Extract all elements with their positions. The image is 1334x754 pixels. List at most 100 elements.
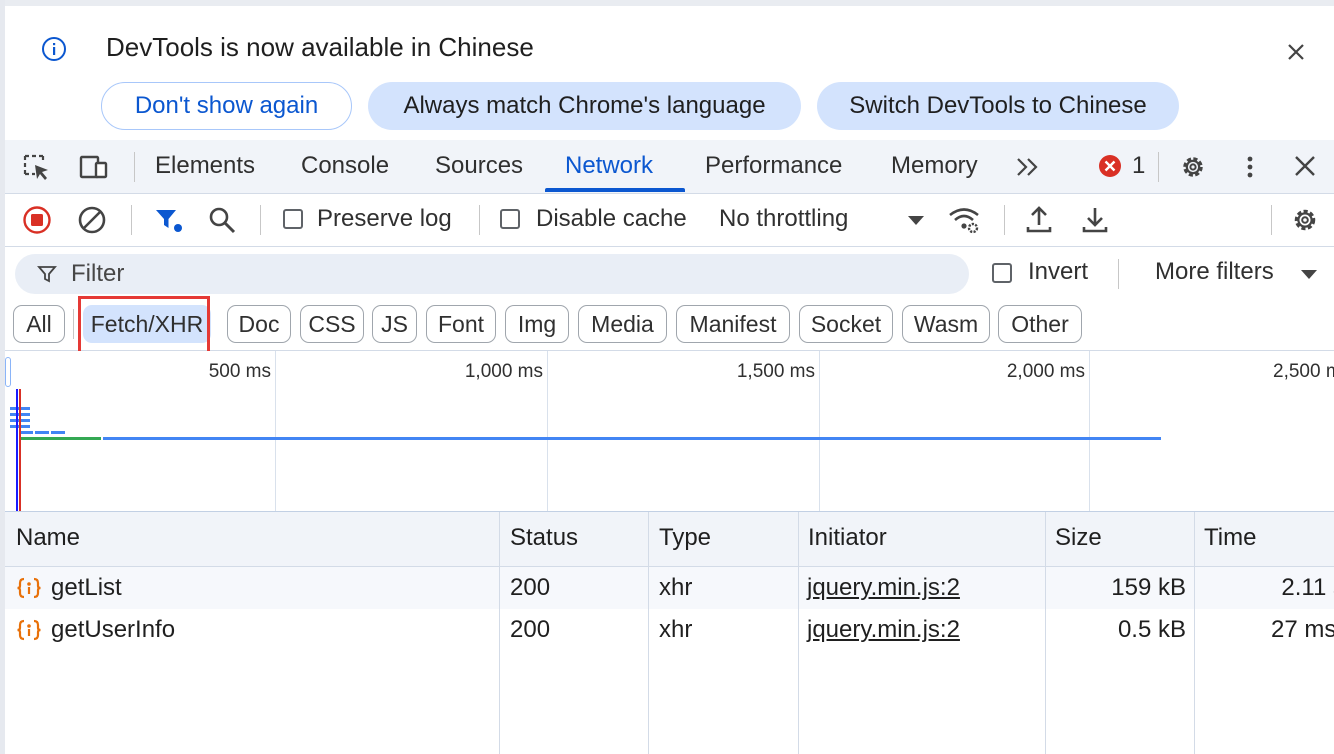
toolbar-divider bbox=[1004, 205, 1005, 235]
request-bar bbox=[35, 431, 49, 434]
search-icon[interactable] bbox=[206, 205, 238, 235]
info-icon bbox=[42, 37, 66, 61]
table-header: Name Status Type Initiator Size Time bbox=[5, 512, 1334, 567]
disable-cache-label[interactable]: Disable cache bbox=[536, 205, 687, 233]
type-chip-socket[interactable]: Socket bbox=[799, 305, 893, 343]
request-bar bbox=[19, 431, 33, 434]
tab-elements[interactable]: Elements bbox=[155, 152, 255, 180]
toolbar-divider bbox=[260, 205, 261, 235]
chevron-down-icon[interactable] bbox=[908, 216, 924, 225]
type-chip-other[interactable]: Other bbox=[998, 305, 1082, 343]
more-filters-dropdown[interactable]: More filters bbox=[1155, 258, 1274, 286]
column-divider[interactable] bbox=[499, 512, 500, 754]
filter-funnel-icon[interactable] bbox=[153, 205, 185, 235]
invert-label[interactable]: Invert bbox=[1028, 258, 1088, 286]
tab-network[interactable]: Network bbox=[565, 152, 653, 180]
column-divider[interactable] bbox=[1194, 512, 1195, 754]
toolbar-divider bbox=[479, 205, 480, 235]
type-chip-js[interactable]: JS bbox=[372, 305, 417, 343]
more-tabs-chevron-icon[interactable] bbox=[1013, 153, 1043, 181]
tab-console[interactable]: Console bbox=[301, 152, 389, 180]
request-initiator-link[interactable]: jquery.min.js:2 bbox=[807, 616, 960, 644]
chevron-down-icon[interactable] bbox=[1301, 270, 1317, 279]
type-chip-font[interactable]: Font bbox=[426, 305, 496, 343]
type-chip-all[interactable]: All bbox=[13, 305, 65, 343]
request-status: 200 bbox=[510, 574, 551, 601]
network-overview-timeline[interactable]: 500 ms 1,000 ms 1,500 ms 2,000 ms 2,500 … bbox=[5, 351, 1334, 512]
import-har-upload-icon[interactable] bbox=[1023, 205, 1055, 235]
network-settings-gear-icon[interactable] bbox=[1289, 205, 1321, 235]
toolbar-divider bbox=[1158, 152, 1159, 182]
load-event-marker bbox=[19, 389, 21, 511]
close-devtools-icon[interactable] bbox=[1290, 153, 1320, 181]
infobar-title: DevTools is now available in Chinese bbox=[106, 32, 534, 62]
dont-show-again-button[interactable]: Don't show again bbox=[101, 82, 352, 130]
request-status: 200 bbox=[510, 616, 551, 643]
column-header-type[interactable]: Type bbox=[659, 524, 711, 552]
error-icon[interactable] bbox=[1098, 154, 1122, 178]
close-icon[interactable] bbox=[1283, 39, 1309, 65]
devtools-tabbar: Elements Console Sources Network Perform… bbox=[5, 140, 1334, 194]
disable-cache-checkbox[interactable] bbox=[500, 209, 520, 229]
toolbar-divider bbox=[1118, 259, 1119, 289]
filter-input[interactable]: Filter bbox=[15, 254, 969, 294]
requests-table: Name Status Type Initiator Size Time get… bbox=[5, 512, 1334, 754]
type-chip-wasm[interactable]: Wasm bbox=[902, 305, 990, 343]
network-toolbar: Preserve log Disable cache No throttling bbox=[5, 194, 1334, 247]
invert-checkbox[interactable] bbox=[992, 263, 1012, 283]
request-bar bbox=[51, 431, 65, 434]
clear-icon[interactable] bbox=[76, 205, 108, 235]
tab-sources[interactable]: Sources bbox=[435, 152, 523, 180]
column-header-name[interactable]: Name bbox=[16, 524, 80, 552]
request-size: 0.5 kB bbox=[1117, 616, 1186, 643]
column-header-initiator[interactable]: Initiator bbox=[808, 524, 887, 552]
export-har-download-icon[interactable] bbox=[1079, 205, 1111, 235]
always-match-language-button[interactable]: Always match Chrome's language bbox=[368, 82, 801, 130]
column-divider[interactable] bbox=[648, 512, 649, 754]
switch-to-chinese-button[interactable]: Switch DevTools to Chinese bbox=[817, 82, 1179, 130]
record-stop-icon[interactable] bbox=[21, 205, 53, 235]
error-count[interactable]: 1 bbox=[1132, 152, 1145, 180]
active-tab-indicator bbox=[545, 188, 685, 192]
type-chip-img[interactable]: Img bbox=[505, 305, 569, 343]
filter-placeholder: Filter bbox=[71, 260, 125, 287]
request-bar bbox=[103, 437, 1161, 440]
filter-bar: Filter Invert More filters bbox=[5, 247, 1334, 300]
inspect-element-icon[interactable] bbox=[22, 153, 52, 181]
column-divider[interactable] bbox=[798, 512, 799, 754]
request-time: 27 ms bbox=[1271, 616, 1334, 643]
request-name[interactable]: getList bbox=[51, 574, 122, 602]
tab-memory[interactable]: Memory bbox=[891, 152, 978, 180]
type-chip-media[interactable]: Media bbox=[578, 305, 667, 343]
request-time: 2.11 s bbox=[1281, 574, 1334, 601]
column-divider[interactable] bbox=[1045, 512, 1046, 754]
dom-content-loaded-marker bbox=[16, 389, 18, 511]
table-row[interactable]: getList 200 xhr jquery.min.js:2 159 kB 2… bbox=[5, 567, 1334, 609]
xhr-request-icon bbox=[17, 619, 41, 641]
network-conditions-icon[interactable] bbox=[948, 205, 980, 235]
request-name[interactable]: getUserInfo bbox=[51, 616, 175, 644]
throttling-select[interactable]: No throttling bbox=[719, 205, 848, 233]
more-options-kebab-icon[interactable] bbox=[1235, 153, 1265, 181]
preserve-log-label[interactable]: Preserve log bbox=[317, 205, 452, 233]
column-header-size[interactable]: Size bbox=[1055, 524, 1102, 552]
request-initiator-link[interactable]: jquery.min.js:2 bbox=[807, 574, 960, 602]
table-row[interactable]: getUserInfo 200 xhr jquery.min.js:2 0.5 … bbox=[5, 609, 1334, 651]
type-chip-manifest[interactable]: Manifest bbox=[676, 305, 790, 343]
tab-performance[interactable]: Performance bbox=[705, 152, 842, 180]
type-chip-doc[interactable]: Doc bbox=[227, 305, 291, 343]
timeline-waterfall-bars bbox=[10, 389, 1161, 511]
preserve-log-checkbox[interactable] bbox=[283, 209, 303, 229]
request-size: 159 kB bbox=[1111, 574, 1186, 601]
toolbar-divider bbox=[1271, 205, 1272, 235]
request-bar bbox=[19, 437, 101, 440]
chip-divider bbox=[73, 309, 74, 339]
filter-icon bbox=[37, 266, 57, 283]
settings-gear-icon[interactable] bbox=[1178, 153, 1208, 181]
type-chip-css[interactable]: CSS bbox=[300, 305, 364, 343]
device-toolbar-icon[interactable] bbox=[78, 153, 108, 181]
xhr-request-icon bbox=[17, 577, 41, 599]
language-infobar: DevTools is now available in Chinese Don… bbox=[5, 6, 1334, 139]
column-header-time[interactable]: Time bbox=[1204, 524, 1256, 552]
column-header-status[interactable]: Status bbox=[510, 524, 578, 552]
